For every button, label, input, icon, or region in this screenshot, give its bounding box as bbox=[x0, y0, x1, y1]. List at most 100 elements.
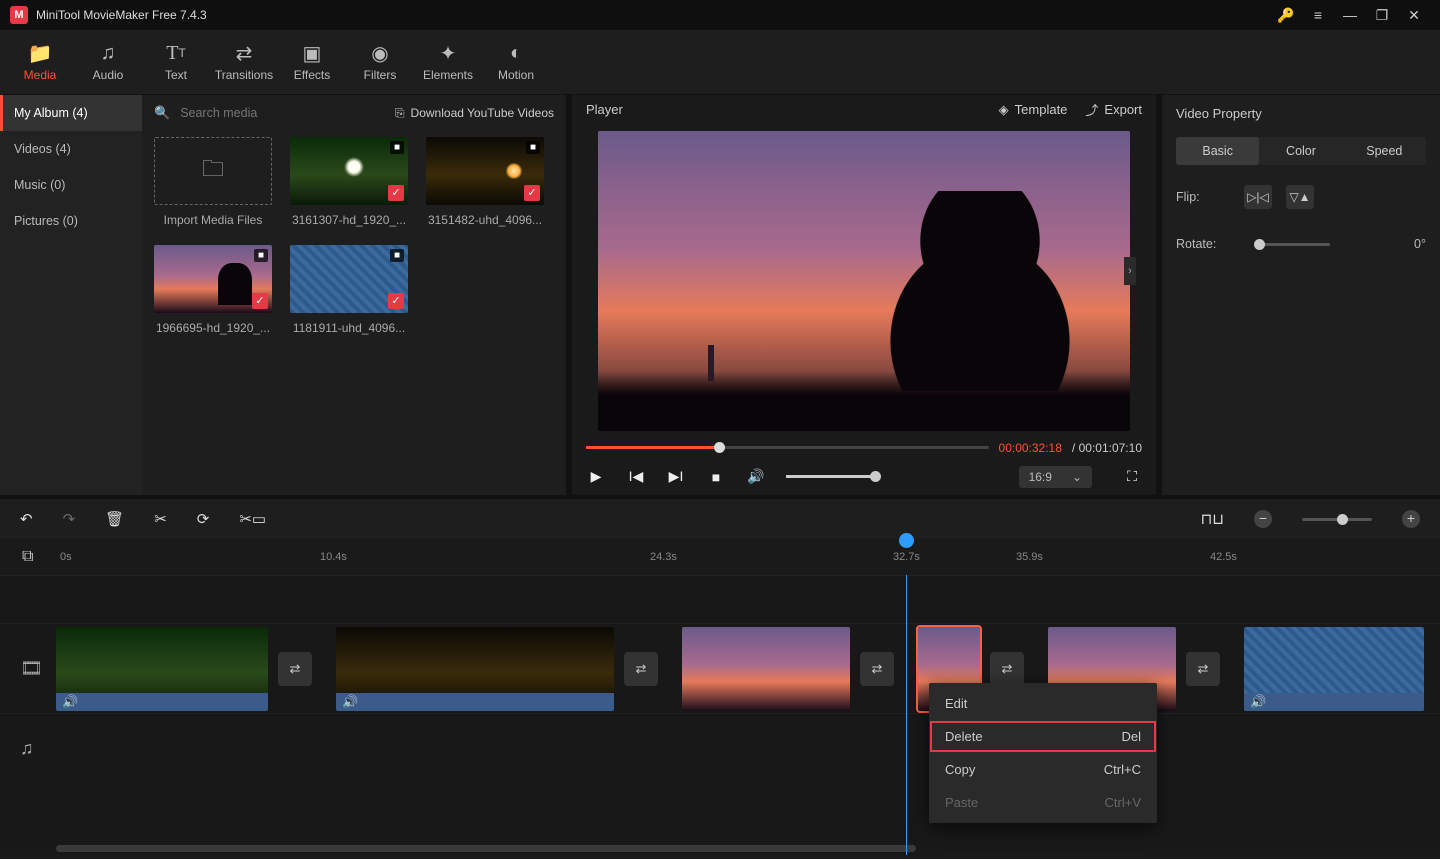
tab-text[interactable]: TT Text bbox=[142, 30, 210, 94]
flip-horizontal-button[interactable]: ▷|◁ bbox=[1244, 185, 1272, 209]
media-item[interactable]: ■ ✓ 3151482-uhd_4096... bbox=[426, 137, 544, 227]
tab-transitions[interactable]: ⇄ Transitions bbox=[210, 30, 278, 94]
aspect-ratio-select[interactable]: 16:9 ⌄ bbox=[1019, 466, 1092, 488]
check-icon: ✓ bbox=[388, 185, 404, 201]
timeline-clip[interactable]: 🔊 bbox=[1244, 627, 1424, 711]
titlebar: M MiniTool MovieMaker Free 7.4.3 🔑 ≡ — ❐… bbox=[0, 0, 1440, 30]
zoom-slider[interactable] bbox=[1302, 518, 1372, 521]
sidebar-item-videos[interactable]: Videos (4) bbox=[0, 131, 142, 167]
delete-button[interactable]: 🗑 bbox=[105, 510, 124, 528]
player-panel: Player ◈ Template ⤴ Export 00:00:32:18 bbox=[566, 95, 1162, 495]
tab-audio[interactable]: ♫ Audio bbox=[74, 30, 142, 94]
playhead-handle[interactable] bbox=[899, 533, 914, 548]
tab-effects[interactable]: ▣ Effects bbox=[278, 30, 346, 94]
export-button[interactable]: ⤴ Export bbox=[1085, 100, 1142, 119]
zoom-out-button[interactable]: − bbox=[1254, 510, 1272, 528]
text-icon: TT bbox=[166, 42, 186, 64]
prop-tab-color[interactable]: Color bbox=[1259, 137, 1342, 165]
fullscreen-button[interactable]: ⛶ bbox=[1122, 468, 1142, 485]
minimize-button[interactable]: — bbox=[1334, 7, 1366, 23]
template-button[interactable]: ◈ Template bbox=[999, 102, 1068, 118]
media-item[interactable]: ■ ✓ 1966695-hd_1920_... bbox=[154, 245, 272, 335]
tab-media[interactable]: 📁 Media bbox=[6, 30, 74, 94]
rotate-slider[interactable] bbox=[1254, 243, 1330, 246]
transition-slot[interactable]: ⇄ bbox=[860, 652, 894, 686]
rotate-value: 0° bbox=[1414, 237, 1426, 251]
hamburger-menu-icon[interactable]: ≡ bbox=[1302, 7, 1334, 23]
play-button[interactable]: ▶ bbox=[586, 468, 606, 485]
media-item[interactable]: ■ ✓ 1181911-uhd_4096... bbox=[290, 245, 408, 335]
speaker-icon: 🔊 bbox=[1250, 694, 1266, 710]
sidebar-item-my-album[interactable]: My Album (4) bbox=[0, 95, 142, 131]
flip-vertical-button[interactable]: ▽▲ bbox=[1286, 185, 1314, 209]
media-item[interactable]: ■ ✓ 3161307-hd_1920_... bbox=[290, 137, 408, 227]
search-icon: 🔍 bbox=[154, 105, 170, 121]
tab-label: Media bbox=[24, 68, 57, 82]
import-media-button[interactable]: 🗀 Import Media Files bbox=[154, 137, 272, 227]
prop-tab-basic[interactable]: Basic bbox=[1176, 137, 1259, 165]
progress-slider[interactable] bbox=[586, 446, 989, 449]
maximize-button[interactable]: ❐ bbox=[1366, 7, 1398, 24]
tab-filters[interactable]: ◉ Filters bbox=[346, 30, 414, 94]
timeline-clip[interactable]: 🔊 bbox=[56, 627, 268, 711]
volume-slider[interactable] bbox=[786, 475, 876, 478]
tab-label: Audio bbox=[93, 68, 124, 82]
export-icon: ⤴ bbox=[1085, 100, 1098, 119]
timeline-clip[interactable] bbox=[682, 627, 850, 711]
video-badge-icon: ■ bbox=[254, 249, 268, 262]
zoom-in-button[interactable]: + bbox=[1402, 510, 1420, 528]
timeline-clip[interactable]: 🔊 bbox=[336, 627, 614, 711]
audio-track[interactable]: ♫ bbox=[0, 713, 1440, 783]
video-badge-icon: ■ bbox=[390, 249, 404, 262]
app-logo-icon: M bbox=[10, 6, 28, 24]
properties-panel: Video Property Basic Color Speed Flip: ▷… bbox=[1162, 95, 1440, 495]
sidebar-item-pictures[interactable]: Pictures (0) bbox=[0, 203, 142, 239]
close-button[interactable]: ✕ bbox=[1398, 7, 1430, 24]
media-grid: 🗀 Import Media Files ■ ✓ 3161307-hd_1920… bbox=[142, 131, 566, 341]
tab-elements[interactable]: ✦ Elements bbox=[414, 30, 482, 94]
album-sidebar: My Album (4) Videos (4) Music (0) Pictur… bbox=[0, 95, 142, 495]
key-icon[interactable]: 🔑 bbox=[1270, 7, 1302, 24]
download-label: Download YouTube Videos bbox=[411, 106, 554, 120]
check-icon: ✓ bbox=[252, 293, 268, 309]
menu-item-copy[interactable]: Copy Ctrl+C bbox=[929, 753, 1157, 786]
speed-button[interactable]: ⟳ bbox=[197, 510, 210, 528]
tab-motion[interactable]: ◐ Motion bbox=[482, 30, 550, 94]
tab-label: Motion bbox=[498, 68, 534, 82]
filters-icon: ◉ bbox=[371, 42, 388, 64]
media-panel: My Album (4) Videos (4) Music (0) Pictur… bbox=[0, 95, 566, 495]
timeline-ruler[interactable]: ⧉ 0s 10.4s 24.3s 32.7s 35.9s 42.5s bbox=[0, 539, 1440, 575]
prop-tab-speed[interactable]: Speed bbox=[1343, 137, 1426, 165]
effects-icon: ▣ bbox=[303, 42, 322, 64]
prev-button[interactable]: I◀ bbox=[626, 468, 646, 485]
collapse-properties-handle[interactable]: › bbox=[1124, 257, 1136, 285]
crop-button[interactable]: ✂▭ bbox=[239, 510, 266, 528]
timeline-scrollbar[interactable] bbox=[56, 845, 916, 852]
menu-item-delete[interactable]: Delete Del bbox=[929, 720, 1157, 753]
top-toolbar: 📁 Media ♫ Audio TT Text ⇄ Transitions ▣ … bbox=[0, 30, 1440, 95]
tab-label: Text bbox=[165, 68, 187, 82]
stop-button[interactable]: ■ bbox=[706, 469, 726, 485]
volume-icon[interactable]: 🔊 bbox=[746, 468, 766, 485]
download-youtube-link[interactable]: ⎘ Download YouTube Videos bbox=[395, 106, 554, 121]
next-button[interactable]: ▶I bbox=[666, 468, 686, 485]
sidebar-item-music[interactable]: Music (0) bbox=[0, 167, 142, 203]
video-preview bbox=[598, 131, 1130, 431]
cut-button[interactable]: ✂ bbox=[154, 510, 167, 528]
magnet-icon[interactable]: ⊓⊔ bbox=[1201, 510, 1224, 528]
template-icon: ◈ bbox=[999, 102, 1009, 118]
fit-timeline-icon[interactable]: ⧉ bbox=[22, 548, 33, 566]
transition-slot[interactable]: ⇄ bbox=[624, 652, 658, 686]
transition-slot[interactable]: ⇄ bbox=[1186, 652, 1220, 686]
check-icon: ✓ bbox=[388, 293, 404, 309]
video-track-icon: 🎞 bbox=[20, 658, 43, 679]
search-input[interactable] bbox=[180, 106, 385, 120]
transition-slot[interactable]: ⇄ bbox=[990, 652, 1024, 686]
menu-item-edit[interactable]: Edit bbox=[929, 687, 1157, 720]
chevron-down-icon: ⌄ bbox=[1072, 470, 1082, 484]
transition-slot[interactable]: ⇄ bbox=[278, 652, 312, 686]
redo-button[interactable]: ↷ bbox=[63, 510, 76, 528]
undo-button[interactable]: ↶ bbox=[20, 510, 33, 528]
player-title: Player bbox=[586, 102, 623, 117]
video-track[interactable]: 🎞 🔊 ⇄ 🔊 ⇄ ⇄ ⇄ ⇄ 🔊 bbox=[0, 623, 1440, 713]
